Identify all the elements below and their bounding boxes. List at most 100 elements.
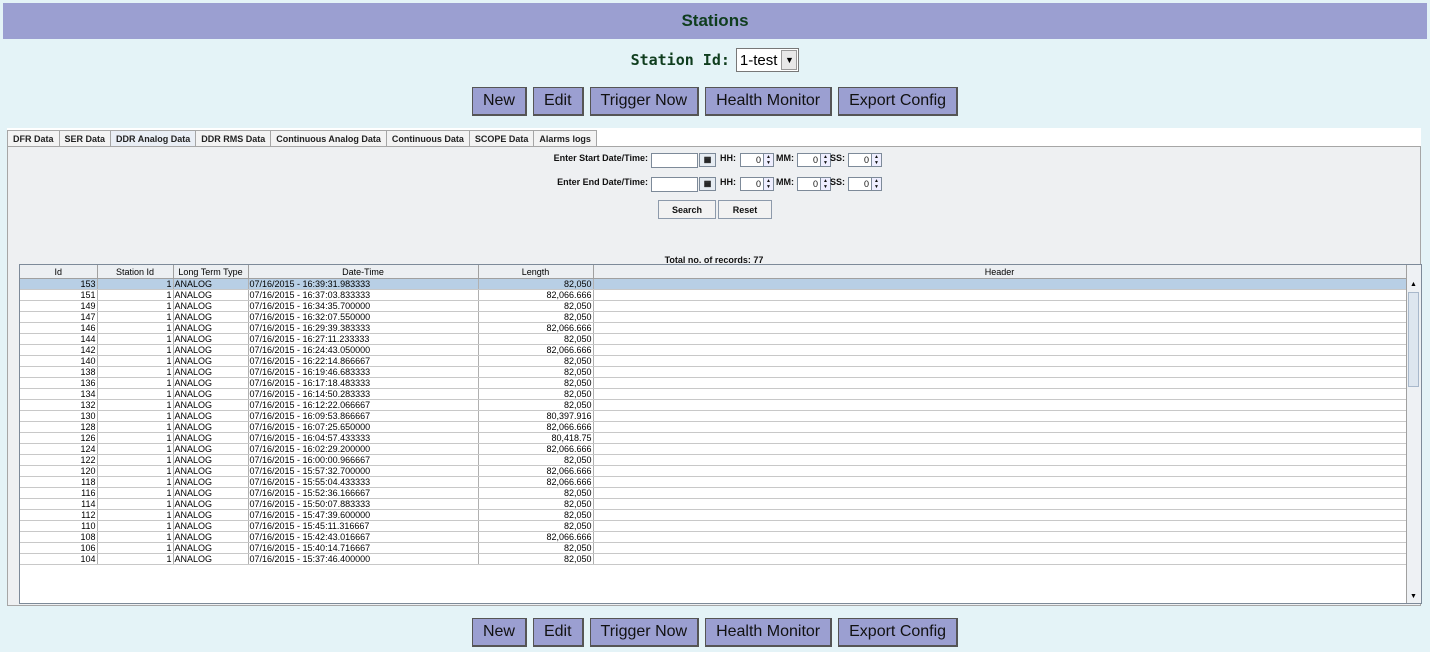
spin-arrows-icon[interactable]: ▲ ▼ — [872, 177, 882, 191]
cell-date-time: 07/16/2015 - 16:12:22.066667 — [248, 399, 479, 411]
table-row[interactable]: 146 1 ANALOG 07/16/2015 - 16:29:39.383333 82… — [20, 322, 1407, 334]
tab-dfr-data[interactable]: DFR Data — [7, 130, 60, 146]
table-row[interactable]: 142 1 ANALOG 07/16/2015 - 16:24:43.050000 82… — [20, 344, 1407, 356]
start-ss-value[interactable]: 0 — [848, 153, 872, 167]
cell-header — [593, 432, 1407, 444]
column-header-length[interactable]: Length — [478, 265, 594, 279]
table-row[interactable]: 126 1 ANALOG 07/16/2015 - 16:04:57.433333 80… — [20, 432, 1407, 444]
table-row[interactable]: 116 1 ANALOG 07/16/2015 - 15:52:36.166667 82… — [20, 487, 1407, 499]
start-date-input[interactable] — [651, 153, 698, 168]
tab-ser-data[interactable]: SER Data — [58, 130, 112, 146]
end-ss-value[interactable]: 0 — [848, 177, 872, 191]
table-row[interactable]: 130 1 ANALOG 07/16/2015 - 16:09:53.866667 80… — [20, 410, 1407, 422]
cell-date-time: 07/16/2015 - 15:37:46.400000 — [248, 553, 479, 565]
end-hh-value[interactable]: 0 — [740, 177, 764, 191]
start-ss-stepper[interactable]: 0 ▲ ▼ — [848, 153, 882, 167]
column-header-header[interactable]: Header — [593, 265, 1407, 279]
spin-arrows-icon[interactable]: ▲ ▼ — [872, 153, 882, 167]
start-hh-value[interactable]: 0 — [740, 153, 764, 167]
export-config-button[interactable]: Export Config — [838, 87, 959, 116]
table-row[interactable]: 110 1 ANALOG 07/16/2015 - 15:45:11.316667 82… — [20, 520, 1407, 532]
cell-station-id: 1 — [97, 278, 174, 290]
trigger-now-button[interactable]: Trigger Now — [589, 87, 700, 116]
station-id-select[interactable]: 1-test ▼ — [735, 48, 800, 72]
end-hh-stepper[interactable]: 0 ▲ ▼ — [740, 177, 774, 191]
tab-scope-data[interactable]: SCOPE Data — [468, 130, 535, 146]
start-datetime-label: Enter Start Date/Time: — [553, 153, 648, 163]
cell-header — [593, 355, 1407, 367]
scrollbar-thumb[interactable] — [1408, 292, 1419, 387]
cell-date-time: 07/16/2015 - 16:37:03.833333 — [248, 289, 479, 301]
cell-station-id: 1 — [97, 399, 174, 411]
table-row[interactable]: 114 1 ANALOG 07/16/2015 - 15:50:07.883333 82… — [20, 498, 1407, 510]
health-monitor-button[interactable]: Health Monitor — [705, 87, 833, 116]
end-date-input[interactable] — [651, 177, 698, 192]
cell-long-term-type: ANALOG — [173, 531, 249, 543]
calendar-icon[interactable]: ▦ — [699, 153, 716, 167]
column-header-long-term-type[interactable]: Long Term Type — [173, 265, 249, 279]
tab-continuous-data[interactable]: Continuous Data — [385, 130, 470, 146]
table-row[interactable]: 147 1 ANALOG 07/16/2015 - 16:32:07.550000 82… — [20, 311, 1407, 323]
table-row[interactable]: 149 1 ANALOG 07/16/2015 - 16:34:35.700000 82… — [20, 300, 1407, 312]
vertical-scrollbar[interactable]: ▲ ▼ — [1406, 265, 1421, 603]
end-mm-stepper[interactable]: 0 ▲ ▼ — [797, 177, 831, 191]
tab-alarms-logs[interactable]: Alarms logs — [533, 130, 597, 146]
table-row[interactable]: 124 1 ANALOG 07/16/2015 - 16:02:29.200000 82… — [20, 443, 1407, 455]
start-mm-stepper[interactable]: 0 ▲ ▼ — [797, 153, 831, 167]
tab-ddr-rms-data[interactable]: DDR RMS Data — [195, 130, 272, 146]
cell-date-time: 07/16/2015 - 16:02:29.200000 — [248, 443, 479, 455]
cell-date-time: 07/16/2015 - 16:00:00.966667 — [248, 454, 479, 466]
cell-long-term-type: ANALOG — [173, 520, 249, 532]
table-row[interactable]: 136 1 ANALOG 07/16/2015 - 16:17:18.483333 82… — [20, 377, 1407, 389]
table-row[interactable]: 140 1 ANALOG 07/16/2015 - 16:22:14.866667 82… — [20, 355, 1407, 367]
table-row[interactable]: 153 1 ANALOG 07/16/2015 - 16:39:31.983333 82… — [20, 278, 1407, 290]
trigger-now-button[interactable]: Trigger Now — [589, 618, 700, 647]
table-row[interactable]: 120 1 ANALOG 07/16/2015 - 15:57:32.700000 82… — [20, 465, 1407, 477]
start-mm-value[interactable]: 0 — [797, 153, 821, 167]
cell-length: 82,066.666 — [478, 443, 594, 455]
station-selector-row: Station Id: 1-test ▼ — [0, 47, 1430, 73]
column-header-date-time[interactable]: Date-Time — [248, 265, 479, 279]
table-row[interactable]: 134 1 ANALOG 07/16/2015 - 16:14:50.283333 82… — [20, 388, 1407, 400]
cell-date-time: 07/16/2015 - 15:47:39.600000 — [248, 509, 479, 521]
table-row[interactable]: 144 1 ANALOG 07/16/2015 - 16:27:11.233333 82… — [20, 333, 1407, 345]
table-row[interactable]: 104 1 ANALOG 07/16/2015 - 15:37:46.400000 82… — [20, 553, 1407, 565]
new-button[interactable]: New — [471, 618, 527, 647]
cell-long-term-type: ANALOG — [173, 355, 249, 367]
new-button[interactable]: New — [471, 87, 527, 116]
end-ss-stepper[interactable]: 0 ▲ ▼ — [848, 177, 882, 191]
table-row[interactable]: 151 1 ANALOG 07/16/2015 - 16:37:03.833333 82… — [20, 289, 1407, 301]
table-row[interactable]: 112 1 ANALOG 07/16/2015 - 15:47:39.600000 82… — [20, 509, 1407, 521]
chevron-down-icon[interactable]: ▼ — [781, 50, 798, 70]
reset-button[interactable]: Reset — [718, 200, 772, 219]
cell-length: 82,050 — [478, 520, 594, 532]
cell-id: 116 — [20, 487, 98, 499]
edit-button[interactable]: Edit — [532, 618, 584, 647]
table-row[interactable]: 132 1 ANALOG 07/16/2015 - 16:12:22.066667 82… — [20, 399, 1407, 411]
table-row[interactable]: 108 1 ANALOG 07/16/2015 - 15:42:43.016667 82… — [20, 531, 1407, 543]
scroll-down-icon[interactable]: ▼ — [1408, 592, 1419, 602]
edit-button[interactable]: Edit — [532, 87, 584, 116]
scroll-up-icon[interactable]: ▲ — [1408, 280, 1419, 290]
tab-ddr-analog-data[interactable]: DDR Analog Data — [110, 130, 197, 146]
cell-header — [593, 410, 1407, 422]
table-row[interactable]: 128 1 ANALOG 07/16/2015 - 16:07:25.650000 82… — [20, 421, 1407, 433]
search-button[interactable]: Search — [658, 200, 716, 219]
column-header-id[interactable]: Id — [20, 265, 98, 279]
health-monitor-button[interactable]: Health Monitor — [705, 618, 833, 647]
table-row[interactable]: 106 1 ANALOG 07/16/2015 - 15:40:14.716667 82… — [20, 542, 1407, 554]
calendar-icon[interactable]: ▦ — [699, 177, 716, 191]
tab-continuous-analog-data[interactable]: Continuous Analog Data — [270, 130, 387, 146]
table-row[interactable]: 138 1 ANALOG 07/16/2015 - 16:19:46.683333 82… — [20, 366, 1407, 378]
cell-id: 108 — [20, 531, 98, 543]
cell-station-id: 1 — [97, 421, 174, 433]
table-header-row: Id Station Id Long Term Type Date-Time L… — [20, 265, 1407, 279]
table-row[interactable]: 118 1 ANALOG 07/16/2015 - 15:55:04.433333 82… — [20, 476, 1407, 488]
cell-length: 82,050 — [478, 542, 594, 554]
column-header-station-id[interactable]: Station Id — [97, 265, 174, 279]
export-config-button[interactable]: Export Config — [838, 618, 959, 647]
end-mm-value[interactable]: 0 — [797, 177, 821, 191]
start-hh-stepper[interactable]: 0 ▲ ▼ — [740, 153, 774, 167]
table-row[interactable]: 122 1 ANALOG 07/16/2015 - 16:00:00.966667 82… — [20, 454, 1407, 466]
cell-id: 110 — [20, 520, 98, 532]
